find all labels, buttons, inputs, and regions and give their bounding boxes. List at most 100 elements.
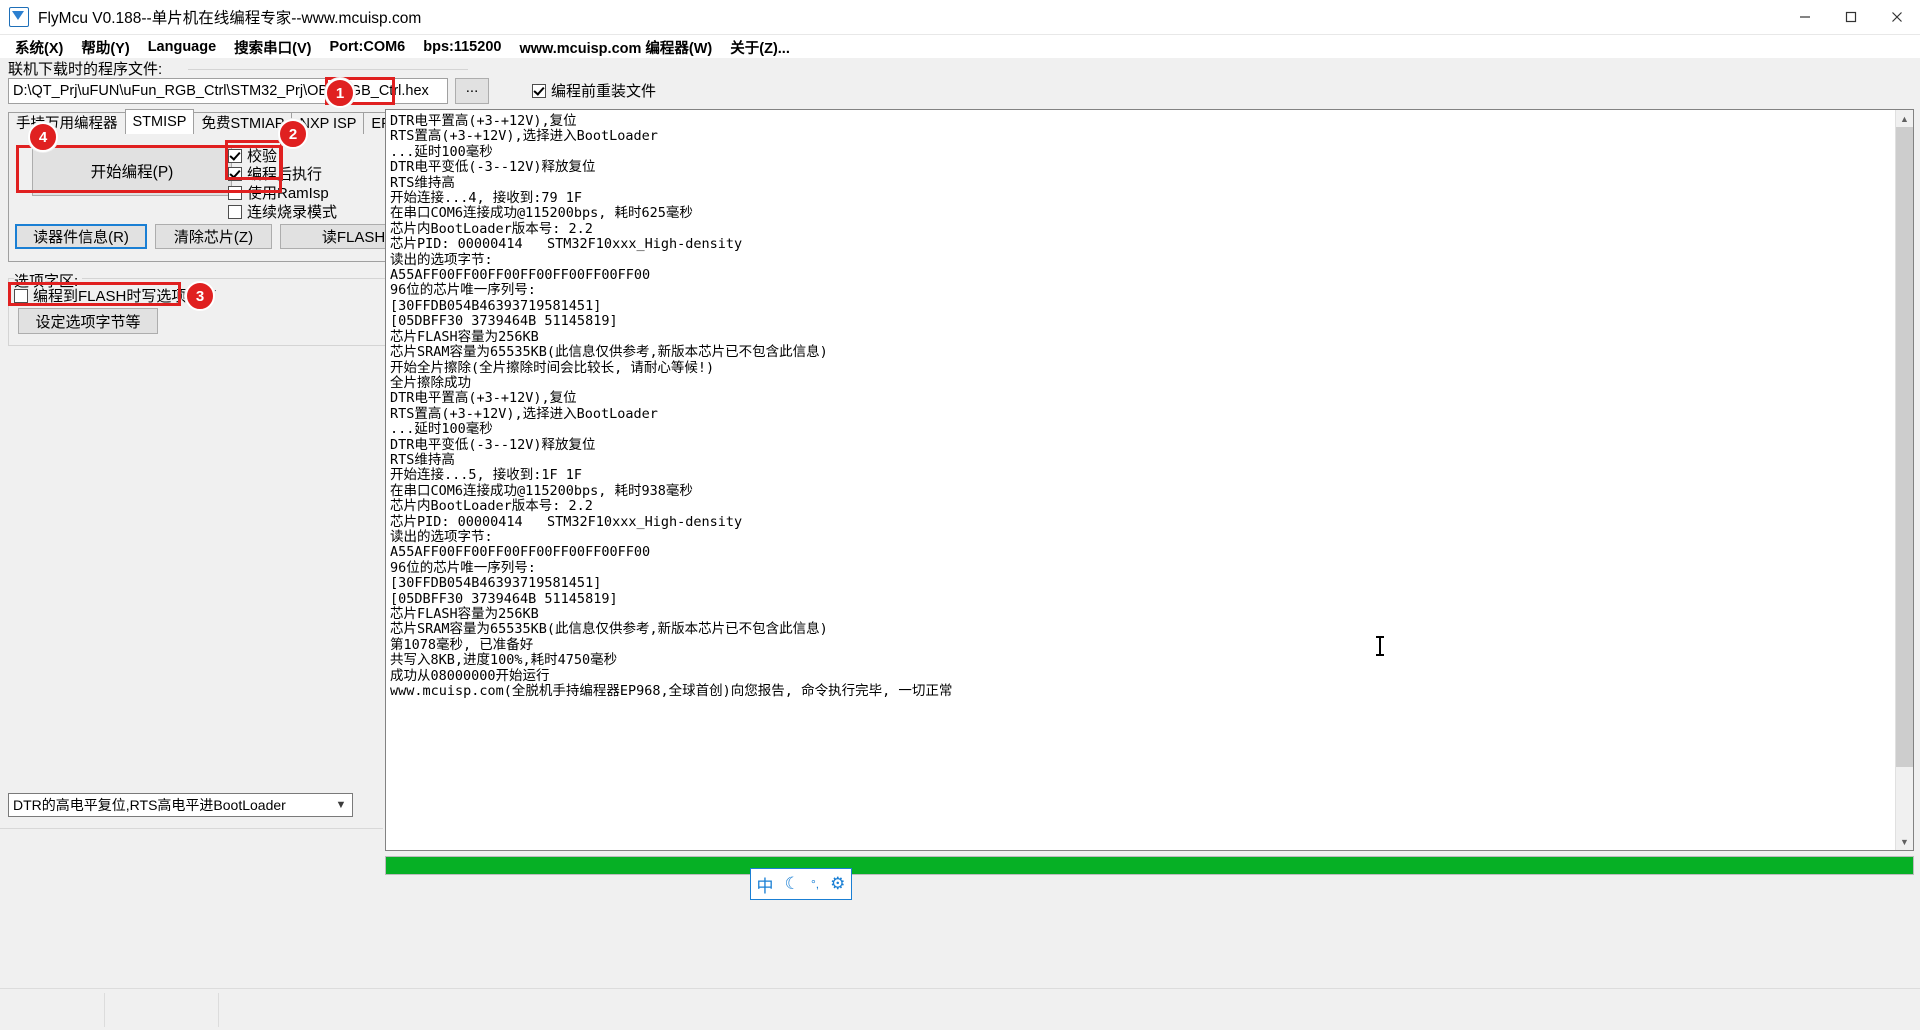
- log-scrollbar[interactable]: ▲ ▼: [1895, 110, 1913, 850]
- badge-2: 2: [278, 119, 308, 149]
- menu-item-language[interactable]: Language: [139, 37, 225, 57]
- file-section-label: 联机下载时的程序文件:: [8, 61, 163, 78]
- menu-item-port[interactable]: Port:COM6: [321, 37, 415, 57]
- scroll-down-icon[interactable]: ▼: [1896, 833, 1913, 850]
- menu-item-search-port[interactable]: 搜索串口(V): [225, 35, 320, 60]
- badge-3: 3: [185, 281, 215, 311]
- minimize-icon[interactable]: [1782, 0, 1828, 34]
- log-line: 开始全片擦除(全片擦除时间会比较长, 请耐心等候!): [390, 359, 715, 376]
- maximize-icon[interactable]: [1828, 0, 1874, 34]
- log-line: [30FFDB054B46393719581451]: [390, 575, 602, 592]
- status-separator-2: [218, 993, 219, 1027]
- log-line: RTS置高(+3-+12V),选择进入BootLoader: [390, 128, 658, 145]
- menu-item-bps[interactable]: bps:115200: [414, 37, 510, 57]
- start-programming-button[interactable]: 开始编程(P): [32, 146, 232, 196]
- close-icon[interactable]: [1874, 0, 1920, 34]
- left-panel-divider: [0, 828, 383, 829]
- set-option-bytes-button[interactable]: 设定选项字节等: [18, 308, 158, 334]
- window-controls: [1782, 0, 1920, 34]
- log-line: 96位的芯片唯一序列号:: [390, 559, 536, 576]
- run-after-program-checkbox-label: 编程后执行: [247, 166, 323, 183]
- continuous-burn-mode-checkbox-box[interactable]: [228, 204, 242, 219]
- log-line: 在串口COM6连接成功@115200bps, 耗时625毫秒: [390, 205, 693, 222]
- log-lines-container: DTR电平置高(+3-+12V),复位 RTS置高(+3-+12V),选择进入Bo…: [386, 110, 1896, 850]
- reload-before-program-checkbox[interactable]: 编程前重装文件: [532, 80, 656, 101]
- menu-item-help[interactable]: 帮助(Y): [72, 35, 138, 60]
- reload-checkbox-label: 编程前重装文件: [551, 83, 657, 100]
- file-path-input[interactable]: D:\QT_Prj\uFUN\uFun_RGB_Ctrl\STM32_Prj\O…: [8, 78, 448, 104]
- file-path-value: D:\QT_Prj\uFUN\uFun_RGB_Ctrl\STM32_Prj\O…: [13, 83, 429, 99]
- log-line: ...延时100毫秒: [390, 421, 493, 438]
- title-bar: FlyMcu V0.188--单片机在线编程专家--www.mcuisp.com: [0, 0, 1920, 35]
- log-line: 芯片PID: 00000414 STM32F10xxx_High-density: [390, 236, 743, 253]
- use-ramisp-checkbox[interactable]: 使用RamIsp: [228, 182, 329, 203]
- continuous-burn-mode-checkbox[interactable]: 连续烧录模式: [228, 201, 337, 222]
- client-area: 联机下载时的程序文件: D:\QT_Prj\uFUN\uFun_RGB_Ctrl…: [0, 58, 1920, 988]
- text-cursor-icon: [1376, 636, 1384, 656]
- log-line: 芯片FLASH容量为256KB: [390, 328, 539, 345]
- log-line: DTR电平置高(+3-+12V),复位: [390, 390, 577, 407]
- progress-bar: [385, 856, 1914, 875]
- continuous-burn-mode-checkbox-label: 连续烧录模式: [247, 204, 338, 221]
- log-line: DTR电平变低(-3--12V)释放复位: [390, 159, 596, 176]
- log-line: RTS维持高: [390, 451, 455, 468]
- menu-item-system[interactable]: 系统(X): [6, 35, 72, 60]
- flymcu-app-icon: [9, 7, 29, 27]
- ime-indicator[interactable]: 中 ☾ °, ⚙: [750, 868, 852, 900]
- log-line: 全片擦除成功: [390, 374, 471, 391]
- log-output-pane[interactable]: DTR电平置高(+3-+12V),复位 RTS置高(+3-+12V),选择进入Bo…: [385, 109, 1914, 851]
- badge-1: 1: [325, 78, 355, 108]
- tab-stmisp[interactable]: STMISP: [124, 109, 195, 134]
- log-line: [05DBFF30 3739464B 51145819]: [390, 590, 618, 607]
- badge-4: 4: [28, 122, 58, 152]
- gear-icon[interactable]: ⚙: [830, 874, 845, 894]
- scrollbar-thumb[interactable]: [1896, 127, 1913, 767]
- file-group-divider: [188, 69, 468, 70]
- log-line: [30FFDB054B46393719581451]: [390, 297, 602, 314]
- reset-mode-value: DTR的高电平复位,RTS高电平进BootLoader: [13, 797, 286, 813]
- read-device-info-button[interactable]: 读器件信息(R): [15, 224, 147, 249]
- menu-bar: 系统(X) 帮助(Y) Language 搜索串口(V) Port:COM6 b…: [0, 35, 1920, 59]
- log-line: 芯片SRAM容量为65535KB(此信息仅供参考,新版本芯片已不包含此信息): [390, 344, 828, 361]
- log-line: 读出的选项字节:: [390, 251, 493, 268]
- log-line: 芯片内BootLoader版本号: 2.2: [390, 498, 593, 515]
- progress-bar-fill: [386, 857, 1913, 874]
- log-line: 芯片PID: 00000414 STM32F10xxx_High-density: [390, 513, 743, 530]
- log-line: 开始连接...5, 接收到:1F 1F: [390, 467, 583, 484]
- log-line: 在串口COM6连接成功@115200bps, 耗时938毫秒: [390, 482, 693, 499]
- use-ramisp-checkbox-label: 使用RamIsp: [247, 185, 329, 202]
- erase-chip-button[interactable]: 清除芯片(Z): [155, 224, 272, 249]
- log-line: 芯片内BootLoader版本号: 2.2: [390, 220, 593, 237]
- run-after-program-checkbox-box[interactable]: [228, 166, 242, 181]
- log-line: www.mcuisp.com(全脱机手持编程器EP968,全球首创)向您报告, …: [390, 683, 953, 700]
- chevron-down-icon[interactable]: ▼: [330, 799, 352, 811]
- menu-item-about[interactable]: 关于(Z)...: [721, 35, 799, 60]
- run-after-program-checkbox[interactable]: 编程后执行: [228, 163, 322, 184]
- status-separator-1: [104, 993, 105, 1027]
- log-line: 第1078毫秒, 已准备好: [390, 636, 534, 653]
- log-line: RTS维持高: [390, 174, 455, 191]
- log-line: 芯片SRAM容量为65535KB(此信息仅供参考,新版本芯片已不包含此信息): [390, 621, 828, 638]
- menu-item-programmer[interactable]: www.mcuisp.com 编程器(W): [510, 35, 721, 60]
- log-line: A55AFF00FF00FF00FF00FF00FF00FF00: [390, 544, 651, 561]
- ime-mode-label[interactable]: 中: [757, 872, 774, 897]
- reload-checkbox-box[interactable]: [532, 83, 546, 98]
- scroll-up-icon[interactable]: ▲: [1896, 110, 1913, 127]
- moon-icon[interactable]: ☾: [785, 874, 800, 894]
- log-line: [05DBFF30 3739464B 51145819]: [390, 313, 618, 330]
- use-ramisp-checkbox-box[interactable]: [228, 185, 242, 200]
- reset-mode-combobox[interactable]: DTR的高电平复位,RTS高电平进BootLoader ▼: [8, 793, 353, 817]
- window-title: FlyMcu V0.188--单片机在线编程专家--www.mcuisp.com: [38, 10, 422, 27]
- status-bar: [0, 988, 1920, 1030]
- browse-file-button[interactable]: ...: [455, 78, 489, 104]
- verify-checkbox-box[interactable]: [228, 148, 242, 163]
- log-line: 96位的芯片唯一序列号:: [390, 282, 536, 299]
- write-option-bytes-checkbox-box[interactable]: [14, 288, 28, 303]
- punctuation-icon[interactable]: °,: [811, 877, 819, 891]
- log-line: A55AFF00FF00FF00FF00FF00FF00FF00: [390, 267, 651, 284]
- tab-handheld-programmer[interactable]: 手持万用编程器: [8, 112, 126, 134]
- log-line: 共写入8KB,进度100%,耗时4750毫秒: [390, 652, 618, 669]
- log-line: RTS置高(+3-+12V),选择进入BootLoader: [390, 405, 658, 422]
- log-line: 成功从08000000开始运行: [390, 667, 550, 684]
- log-line: ...延时100毫秒: [390, 143, 493, 160]
